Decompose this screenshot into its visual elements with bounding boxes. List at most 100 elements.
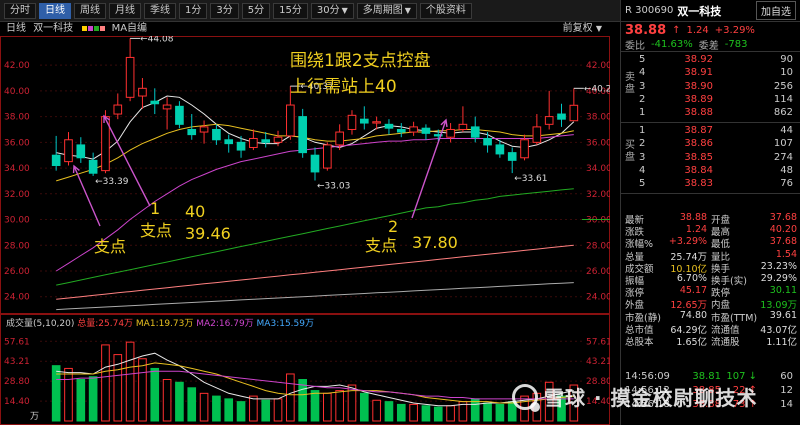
period-tab-9[interactable]: 30分 ▼: [310, 2, 354, 19]
stat-key: 最新: [625, 215, 645, 226]
volume-bar: [310, 390, 320, 422]
period-tab-2[interactable]: 周线: [74, 2, 106, 19]
stat-row: 总股本 1.65亿 流通股 1.11亿: [621, 334, 800, 348]
candle-body: [372, 121, 381, 124]
candle-body: [557, 113, 566, 120]
stat-value: 23.23%: [760, 260, 797, 272]
tick-price: 38.81: [692, 370, 721, 382]
sell-label: 卖盘: [625, 72, 635, 95]
volume-bar: [125, 341, 135, 422]
stat-key: 量比: [711, 251, 731, 263]
y-axis-label-right: 34.00: [586, 164, 610, 174]
period-tab-4[interactable]: 季线: [144, 2, 176, 19]
volume-axis-label: 43.21: [586, 357, 610, 367]
volume-bar: [101, 344, 110, 422]
sell-row: 1 38.88 862: [639, 107, 797, 120]
period-tab-1[interactable]: 日线: [39, 2, 71, 19]
stat-value: 1.11亿: [766, 336, 797, 348]
stat-key: 换手: [711, 263, 731, 275]
stat-key: 最高: [711, 227, 731, 239]
buy-volume: 48: [780, 164, 793, 176]
stat-row: 最新 38.88 开盘 37.68: [621, 212, 800, 226]
candle-body: [224, 139, 234, 145]
price-marker-label: ←40.2: [584, 84, 610, 94]
candle-body: [409, 126, 418, 133]
period-tab-10[interactable]: 多周期图 ▼: [356, 2, 417, 19]
y-axis-label-left: 36.00: [4, 138, 30, 148]
volume-axis-label: 14.40: [4, 397, 30, 407]
stat-value: 25.74万: [670, 251, 708, 263]
buy-price: 38.87: [684, 125, 713, 136]
candle-body: [470, 126, 480, 138]
price-change-pct: +3.29%: [714, 24, 755, 36]
last-price: 38.88: [625, 22, 667, 38]
sell-price: 38.92: [684, 54, 713, 65]
ma-line: [56, 282, 574, 311]
stat-value: 39.61: [769, 309, 797, 321]
y-axis-label-right: 38.00: [586, 113, 610, 123]
y-axis-label-right: 28.00: [586, 241, 610, 251]
ma-dot-icon: [82, 26, 88, 31]
weibi-diff-label: 委差: [698, 41, 719, 52]
candle-body: [483, 137, 492, 146]
annotation-number-1: 1: [150, 199, 160, 218]
sell-level: 2: [639, 93, 646, 105]
candle-body: [310, 154, 320, 173]
buy-row: 3 38.85 274: [639, 152, 797, 165]
sell-row: 3 38.90 256: [639, 81, 797, 94]
ma-label[interactable]: MA自编: [112, 23, 147, 34]
period-tab-3[interactable]: 月线: [109, 2, 141, 19]
annotation-zhidian: 支点: [140, 221, 172, 240]
ma-dot-icon: [100, 26, 106, 31]
candle-body: [507, 152, 517, 161]
stat-value: 37.68: [769, 236, 797, 248]
stat-value: +3.29%: [668, 236, 708, 248]
volume-bar: [470, 398, 480, 422]
candle-body: [249, 137, 258, 148]
tick-row: 14:56:09 38.81 107 ↓ 60: [621, 369, 800, 383]
stat-value: 10.10亿: [670, 263, 708, 275]
ma-dot-icon: [88, 26, 94, 31]
period-tab-5[interactable]: 1分: [179, 2, 208, 19]
stat-key: 总量: [625, 251, 645, 263]
y-axis-label-right: 32.00: [586, 190, 610, 200]
buy-volume: 274: [773, 151, 793, 163]
snowball-logo-icon: [512, 383, 540, 412]
period-tab-7[interactable]: 5分: [241, 2, 271, 19]
stat-key: 成交额: [625, 263, 654, 275]
stat-value: 29.29%: [760, 272, 797, 284]
candle-body: [51, 154, 61, 166]
add-watchlist-button[interactable]: 加自选: [756, 1, 796, 20]
candle-body: [520, 139, 529, 159]
y-axis-label-right: 30.00: [586, 216, 610, 226]
period-tab-6[interactable]: 3分: [210, 2, 239, 19]
period-tab-0[interactable]: 分时: [4, 2, 36, 19]
volume-bar: [396, 403, 406, 422]
stat-key: 最低: [711, 239, 731, 251]
candle-body: [458, 123, 468, 130]
stock-name-label: 双一科技: [677, 4, 722, 18]
kline-chart[interactable]: 24.00 24.00 26.00 26.00 28.00 28.00 30.00 30.00…: [0, 36, 610, 425]
adjust-toggle[interactable]: 前复权 ▼: [563, 22, 602, 36]
annotation-value-40: 40: [185, 202, 205, 221]
stat-row: 成交额 10.10亿 换手 23.23%: [621, 260, 800, 275]
period-tab-8[interactable]: 15分: [273, 2, 308, 19]
buy-price: 38.86: [684, 138, 713, 150]
sell-level: 1: [639, 107, 646, 119]
annotation-arrow: [411, 119, 447, 219]
sell-price: 38.90: [684, 80, 713, 92]
volume-axis-label: 28.80: [4, 377, 30, 387]
candle-body: [162, 104, 172, 110]
candle-body: [495, 144, 505, 155]
y-axis-label-left: 26.00: [4, 267, 30, 277]
candle-body: [359, 118, 369, 124]
stat-value: 38.88: [679, 212, 708, 223]
candle-body: [298, 116, 307, 154]
stock-name: 双一科技: [33, 23, 74, 34]
period-tab-11[interactable]: 个股资料: [419, 2, 472, 19]
sell-price: 38.89: [684, 93, 713, 105]
chevron-down-icon: ▼: [341, 5, 348, 15]
volume-bar: [138, 358, 147, 422]
buy-row: 4 38.84 48: [639, 165, 797, 178]
volume-bar: [409, 403, 418, 422]
